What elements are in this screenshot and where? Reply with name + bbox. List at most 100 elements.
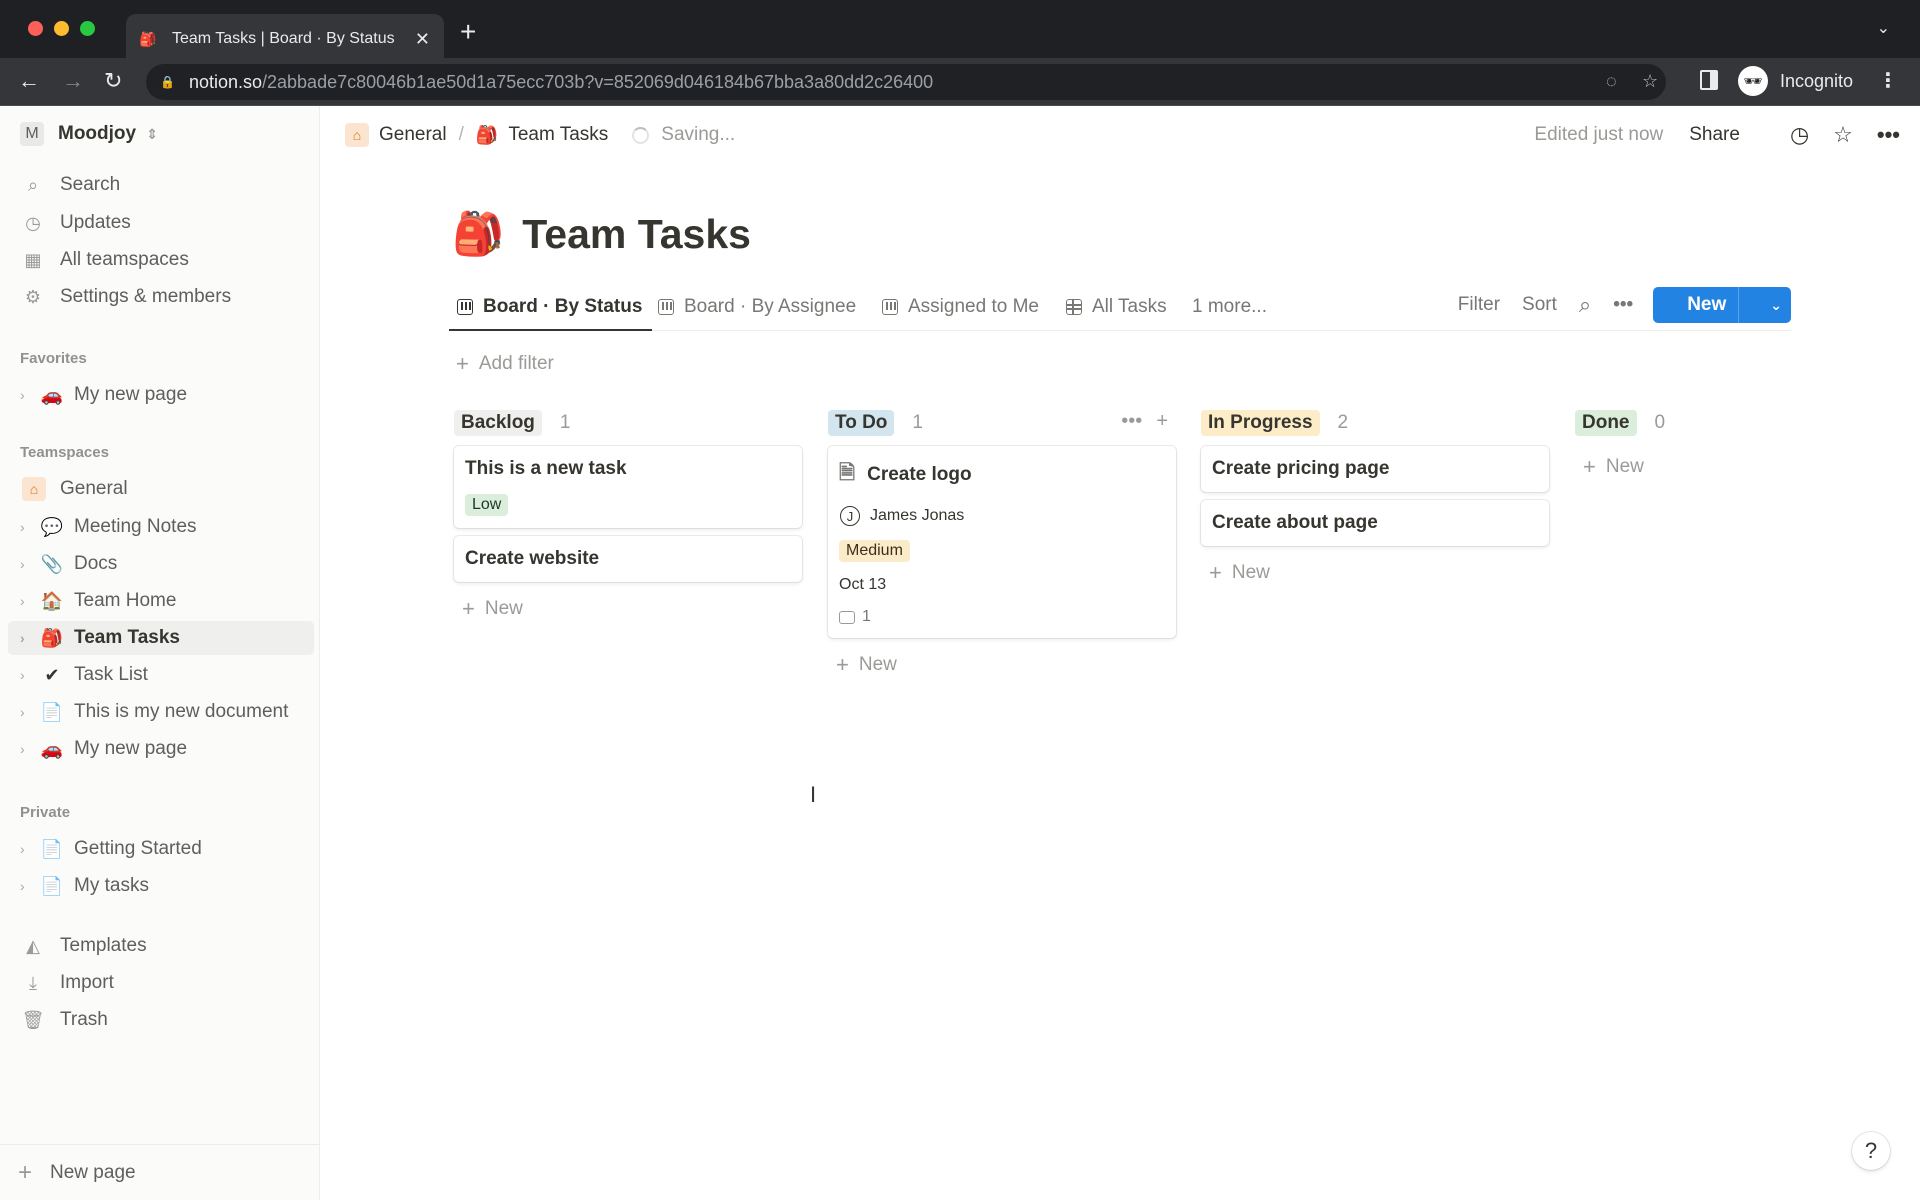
tab-assigned-to-me[interactable]: Assigned to Me bbox=[882, 284, 1039, 330]
board-card[interactable]: 🗎 Create logo J James Jonas Medium Oct 1… bbox=[828, 446, 1176, 638]
add-filter-button[interactable]: + Add filter bbox=[456, 351, 554, 377]
sidebar-item-task-list[interactable]: › ✔ Task List bbox=[8, 658, 314, 692]
add-new-card-button[interactable]: + New bbox=[828, 652, 1176, 678]
lock-icon[interactable]: 🔒 bbox=[160, 75, 175, 89]
page-icon-backpack[interactable]: 🎒 bbox=[452, 210, 504, 259]
new-page-button[interactable]: + New page bbox=[0, 1144, 320, 1200]
add-new-card-button[interactable]: + New bbox=[1201, 560, 1549, 586]
url-input[interactable]: 🔒 notion.so/2abbade7c80046b1ae50d1a75ecc… bbox=[146, 64, 1666, 100]
sidebar-item-my-tasks[interactable]: › 📄 My tasks bbox=[8, 869, 314, 903]
sidebar-item-trash[interactable]: 🗑 Trash bbox=[8, 1003, 314, 1037]
chevron-right-icon[interactable]: › bbox=[20, 556, 34, 572]
backpack-icon: 🎒 bbox=[139, 30, 157, 47]
sidebar-item-search[interactable]: ⌕ Search bbox=[8, 168, 314, 202]
star-icon[interactable]: ☆ bbox=[1642, 71, 1658, 92]
sidebar-item-new-document[interactable]: › 📄 This is my new document bbox=[8, 695, 314, 729]
card-title: Create website bbox=[465, 548, 600, 569]
search-icon[interactable]: ⌕ bbox=[1579, 292, 1591, 318]
sidebar-item-templates[interactable]: ◭ Templates bbox=[8, 929, 314, 963]
sidebar-item-docs[interactable]: › 📎 Docs bbox=[8, 547, 314, 581]
more-options-icon[interactable]: ••• bbox=[1877, 122, 1900, 148]
filter-button[interactable]: Filter bbox=[1458, 294, 1500, 316]
sidebar-item-team-home[interactable]: › 🏠 Team Home bbox=[8, 584, 314, 618]
chevron-right-icon[interactable]: › bbox=[20, 593, 34, 609]
more-options-icon[interactable]: ••• bbox=[1613, 294, 1633, 316]
board-card[interactable]: This is a new task Low bbox=[454, 446, 802, 528]
status-chip[interactable]: Backlog bbox=[454, 410, 542, 436]
sidebar-item-label: Meeting Notes bbox=[74, 516, 197, 537]
board-card[interactable]: Create pricing page bbox=[1201, 446, 1549, 492]
sidebar-item-import[interactable]: ⤓ Import bbox=[8, 966, 314, 1000]
tab-search-chevron-icon[interactable]: ⌄ bbox=[1877, 18, 1890, 38]
column-add-icon[interactable]: + bbox=[1156, 410, 1168, 432]
chevron-right-icon[interactable]: › bbox=[20, 841, 34, 857]
close-window-button[interactable] bbox=[28, 21, 43, 36]
sidebar-item-label: Templates bbox=[60, 935, 147, 956]
close-tab-icon[interactable]: ✕ bbox=[415, 29, 430, 50]
reload-icon[interactable]: ↻ bbox=[104, 68, 122, 94]
add-new-label: New bbox=[1231, 562, 1270, 583]
add-new-card-button[interactable]: + New bbox=[1575, 454, 1775, 480]
breadcrumb-general[interactable]: General bbox=[379, 124, 447, 146]
status-chip[interactable]: Done bbox=[1575, 410, 1637, 436]
minimize-window-button[interactable] bbox=[54, 21, 69, 36]
favorites-heading[interactable]: Favorites bbox=[20, 350, 87, 367]
sidebar-item-team-tasks[interactable]: › 🎒 Team Tasks bbox=[8, 621, 314, 655]
chevron-right-icon[interactable]: › bbox=[20, 704, 34, 720]
side-panel-icon[interactable] bbox=[1700, 70, 1718, 90]
chevron-right-icon[interactable]: › bbox=[20, 630, 34, 646]
browser-tab[interactable]: 🎒 Team Tasks | Board · By Status ✕ bbox=[126, 14, 444, 64]
sidebar-item-settings[interactable]: ⚙ Settings & members bbox=[8, 280, 314, 314]
private-heading[interactable]: Private bbox=[20, 804, 70, 821]
tab-board-by-status[interactable]: Board · By Status bbox=[448, 284, 653, 331]
sidebar-item-all-teamspaces[interactable]: ▦ All teamspaces bbox=[8, 243, 314, 277]
chevron-right-icon[interactable]: › bbox=[20, 387, 34, 403]
column-header: To Do 1 ••• + bbox=[828, 408, 1176, 438]
board-card[interactable]: Create about page bbox=[1201, 500, 1549, 546]
chevron-updown-icon: ⇕ bbox=[146, 125, 158, 142]
add-filter-label: Add filter bbox=[478, 353, 554, 374]
sidebar-item-updates[interactable]: ◷ Updates bbox=[8, 206, 314, 240]
new-item-button[interactable]: New ⌄ bbox=[1653, 287, 1791, 323]
chevron-right-icon[interactable]: › bbox=[20, 667, 34, 683]
eye-off-icon[interactable]: ◌ bbox=[1606, 71, 1617, 92]
back-icon[interactable]: ← bbox=[18, 68, 40, 94]
sidebar-item-my-new-page[interactable]: › 🚗 My new page bbox=[8, 732, 314, 766]
new-item-label[interactable]: New bbox=[1675, 287, 1740, 323]
assignee-name: James Jonas bbox=[870, 507, 965, 524]
breadcrumb-team-tasks[interactable]: Team Tasks bbox=[508, 124, 608, 146]
tab-board-by-assignee[interactable]: Board · By Assignee bbox=[658, 284, 856, 330]
help-button[interactable]: ? bbox=[1852, 1132, 1890, 1170]
chevron-right-icon[interactable]: › bbox=[20, 878, 34, 894]
maximize-window-button[interactable] bbox=[80, 21, 95, 36]
status-chip[interactable]: To Do bbox=[828, 410, 895, 436]
sort-button[interactable]: Sort bbox=[1522, 294, 1557, 316]
chevron-right-icon[interactable]: › bbox=[20, 519, 34, 535]
comment-icon bbox=[839, 610, 855, 624]
add-new-card-button[interactable]: + New bbox=[454, 596, 802, 622]
new-tab-button[interactable]: + bbox=[460, 16, 476, 48]
kebab-icon[interactable]: ⋮ bbox=[1878, 68, 1898, 93]
tab-more-views[interactable]: 1 more... bbox=[1192, 284, 1267, 330]
tab-all-tasks[interactable]: All Tasks bbox=[1066, 284, 1167, 330]
chevron-down-icon[interactable]: ⌄ bbox=[1761, 297, 1791, 314]
share-button[interactable]: Share bbox=[1689, 124, 1740, 146]
workspace-switcher[interactable]: M Moodjoy ⇕ bbox=[20, 122, 158, 146]
teamspaces-heading[interactable]: Teamspaces bbox=[20, 444, 109, 461]
page-title[interactable]: Team Tasks bbox=[522, 211, 751, 258]
sidebar-item-favorite-my-new-page[interactable]: › 🚗 My new page bbox=[8, 378, 314, 412]
saving-label: Saving... bbox=[661, 124, 736, 145]
sidebar-item-general[interactable]: ⌂ General bbox=[8, 472, 314, 506]
board-card[interactable]: Create website bbox=[454, 536, 802, 582]
sidebar-item-meeting-notes[interactable]: › 💬 Meeting Notes bbox=[8, 510, 314, 544]
incognito-profile-button[interactable]: 🕶 Incognito bbox=[1736, 63, 1865, 99]
sidebar-item-getting-started[interactable]: › 📄 Getting Started bbox=[8, 832, 314, 866]
favorite-star-icon[interactable]: ☆ bbox=[1833, 122, 1853, 148]
forward-icon[interactable]: → bbox=[62, 68, 84, 94]
history-clock-icon[interactable]: ◷ bbox=[1790, 122, 1809, 148]
status-chip[interactable]: In Progress bbox=[1201, 410, 1320, 436]
breadcrumb-separator: / bbox=[458, 124, 464, 145]
edited-timestamp[interactable]: Edited just now bbox=[1534, 124, 1663, 146]
chevron-right-icon[interactable]: › bbox=[20, 741, 34, 757]
column-more-icon[interactable]: ••• bbox=[1121, 410, 1142, 432]
